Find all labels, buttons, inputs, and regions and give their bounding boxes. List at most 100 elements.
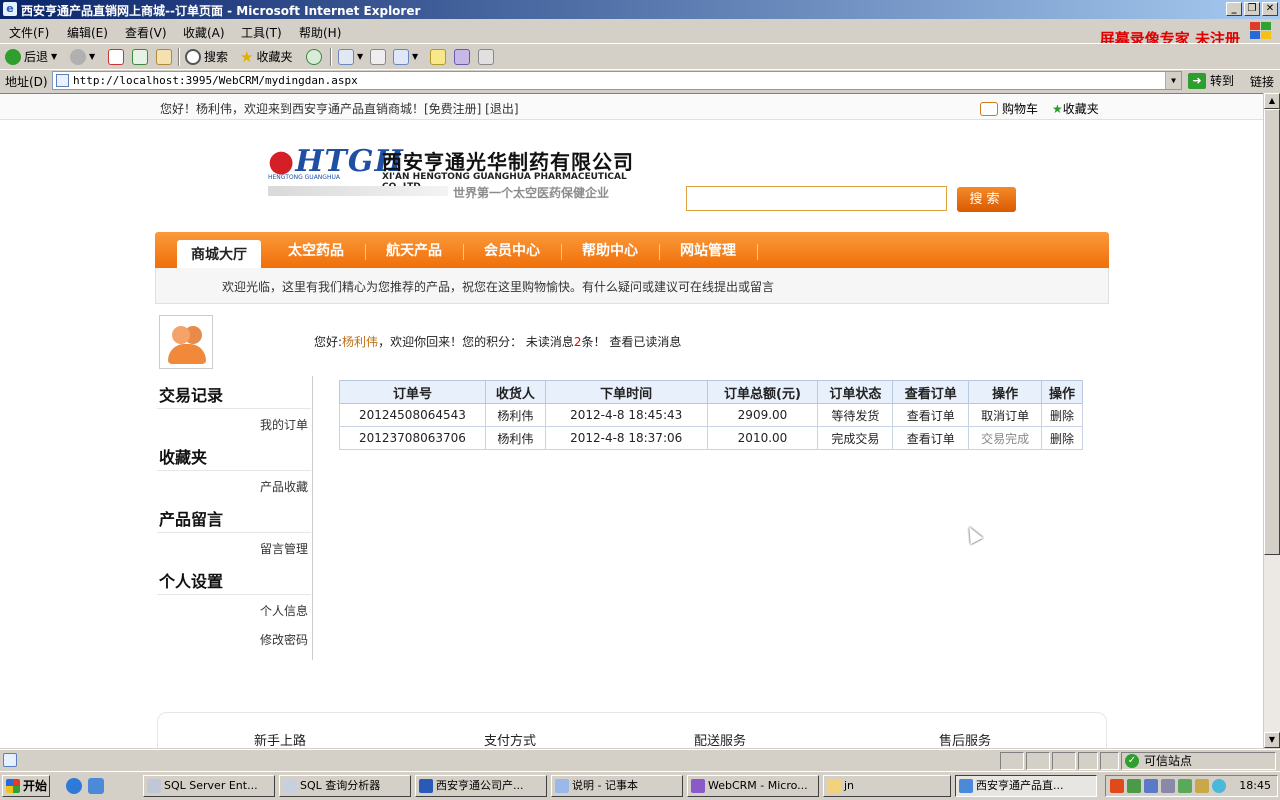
nav-help-center[interactable]: 帮助中心: [582, 240, 638, 260]
menu-view[interactable]: 查看(V): [125, 24, 167, 41]
home-button[interactable]: [156, 47, 172, 67]
menu-file[interactable]: 文件(F): [9, 24, 49, 41]
page-icon: [56, 74, 69, 87]
edit-button[interactable]: ▼: [393, 47, 418, 67]
favorites-link[interactable]: ★收藏夹: [1052, 100, 1099, 117]
volume-tray-icon[interactable]: [1195, 779, 1209, 793]
unread-count: 2: [573, 335, 582, 349]
go-label: 转到: [1210, 74, 1235, 88]
go-button[interactable]: ➜ 转到: [1188, 72, 1234, 89]
page-status-icon: [3, 753, 17, 767]
restore-button[interactable]: ❐: [1244, 2, 1260, 16]
task-company-doc[interactable]: 西安亨通公司产...: [415, 775, 547, 797]
discuss-button[interactable]: [430, 47, 446, 67]
nav-aerospace-products[interactable]: 航天产品: [386, 240, 442, 260]
order-receiver: 杨利伟: [484, 403, 546, 427]
order-time: 2012-4-8 18:37:06: [544, 426, 708, 450]
chevron-down-icon: ▼: [51, 52, 58, 61]
search-button[interactable]: 搜索: [185, 47, 228, 67]
footer-payment[interactable]: 支付方式: [484, 730, 536, 748]
nav-mall-hall[interactable]: 商城大厅: [177, 240, 261, 268]
sidebar-heading-favorites: 收藏夹: [159, 448, 208, 467]
read-messages-link[interactable]: 条！ 查看已读消息: [582, 335, 682, 349]
address-input[interactable]: http://localhost:3995/WebCRM/mydingdan.a…: [52, 71, 1182, 90]
order-id: 20123708063706: [339, 426, 486, 450]
sidebar-link-my-orders[interactable]: 我的订单: [260, 416, 308, 433]
sidebar-link-product-favorites[interactable]: 产品收藏: [260, 478, 308, 495]
word-icon: [419, 779, 433, 793]
start-button[interactable]: 开始: [2, 775, 50, 797]
nav-site-admin[interactable]: 网站管理: [680, 240, 736, 260]
task-notepad[interactable]: 说明 - 记事本: [551, 775, 683, 797]
logo-bar: [268, 186, 448, 196]
sidebar-link-message-manage[interactable]: 留言管理: [260, 540, 308, 557]
footer-newbie[interactable]: 新手上路: [254, 730, 306, 748]
research-button[interactable]: [478, 47, 494, 67]
company-logo[interactable]: ●HTGH HENGTONG GUANGHUA 西安亨通光华制药有限公司 XI'…: [268, 142, 648, 204]
app-tray-icon[interactable]: [1178, 779, 1192, 793]
menu-tools[interactable]: 工具(T): [241, 24, 282, 41]
refresh-button[interactable]: [132, 47, 148, 67]
messenger-button[interactable]: [454, 47, 470, 67]
footer-aftersales[interactable]: 售后服务: [939, 730, 991, 748]
research-icon: [478, 49, 494, 65]
table-header-row: 订单号 收货人 下单时间 订单总额(元) 订单状态 查看订单 操作 操作: [339, 380, 1083, 404]
welcome-text[interactable]: 您好！杨利伟，欢迎来到西安亨通产品直销商城！[免费注册] [退出]: [160, 100, 519, 117]
note-icon: [430, 49, 446, 65]
scroll-up-button[interactable]: ▲: [1264, 93, 1280, 109]
cart-icon: [980, 101, 998, 116]
scroll-down-button[interactable]: ▼: [1264, 732, 1280, 748]
view-order-link[interactable]: 查看订单: [892, 426, 970, 450]
print-button[interactable]: [370, 47, 386, 67]
task-sql-enterprise[interactable]: SQL Server Ent...: [143, 775, 275, 797]
history-button[interactable]: [306, 47, 322, 67]
nav-member-center[interactable]: 会员中心: [484, 240, 540, 260]
task-webcrm[interactable]: WebCRM - Micro...: [687, 775, 819, 797]
ime-tray-icon[interactable]: [1212, 779, 1226, 793]
ie-quicklaunch-icon[interactable]: [66, 778, 82, 794]
favorites-button[interactable]: ★ 收藏夹: [240, 47, 292, 67]
address-bar: 地址(D) http://localhost:3995/WebCRM/mydin…: [0, 69, 1280, 91]
site-search-button[interactable]: 搜索: [957, 187, 1016, 212]
sql-server-icon: [147, 779, 161, 793]
window-title: 西安亨通产品直销网上商城--订单页面 - Microsoft Internet …: [21, 4, 421, 18]
recorder-tray-icon[interactable]: [1110, 779, 1124, 793]
footer-delivery[interactable]: 配送服务: [694, 730, 746, 748]
star-icon: ★: [1052, 102, 1063, 116]
order-id: 20124508064543: [339, 403, 486, 427]
close-button[interactable]: ✕: [1262, 2, 1278, 16]
minimize-button[interactable]: _: [1226, 2, 1242, 16]
mail-button[interactable]: ▼: [338, 47, 363, 67]
forward-arrow-icon: [70, 49, 86, 65]
delete-order-link[interactable]: 删除: [1041, 426, 1083, 450]
stop-button[interactable]: [108, 47, 124, 67]
window-titlebar[interactable]: e 西安亨通产品直销网上商城--订单页面 - Microsoft Interne…: [0, 0, 1280, 19]
sidebar-link-personal-info[interactable]: 个人信息: [260, 602, 308, 619]
ie-quicklaunch-icon-2[interactable]: [88, 778, 104, 794]
site-search-input[interactable]: [686, 186, 947, 211]
nav-space-medicine[interactable]: 太空药品: [288, 240, 344, 260]
favorites-label: 收藏夹: [256, 50, 293, 64]
cancel-order-link[interactable]: 取消订单: [968, 403, 1042, 427]
scroll-thumb[interactable]: [1264, 109, 1280, 555]
sidebar-link-change-password[interactable]: 修改密码: [260, 631, 308, 648]
order-status: 等待发货: [817, 403, 894, 427]
menu-favorites[interactable]: 收藏(A): [183, 24, 225, 41]
links-button[interactable]: 链接: [1250, 73, 1274, 90]
back-button[interactable]: 后退 ▼: [5, 47, 57, 67]
display-tray-icon[interactable]: [1144, 779, 1158, 793]
monitor-tray-icon[interactable]: [1161, 779, 1175, 793]
view-order-link[interactable]: 查看订单: [892, 403, 970, 427]
task-ie-active[interactable]: 西安亨通产品直...: [955, 775, 1097, 797]
task-folder-jn[interactable]: jn: [823, 775, 951, 797]
address-dropdown[interactable]: ▼: [1165, 72, 1181, 89]
menu-help[interactable]: 帮助(H): [299, 24, 341, 41]
cart-link[interactable]: 购物车: [980, 100, 1038, 117]
delete-order-link[interactable]: 删除: [1041, 403, 1083, 427]
order-status: 完成交易: [817, 426, 894, 450]
network-tray-icon[interactable]: [1127, 779, 1141, 793]
task-sql-query[interactable]: SQL 查询分析器: [279, 775, 411, 797]
forward-button[interactable]: ▼: [70, 47, 95, 67]
menu-edit[interactable]: 编辑(E): [67, 24, 108, 41]
vertical-scrollbar[interactable]: ▲ ▼: [1263, 93, 1280, 748]
